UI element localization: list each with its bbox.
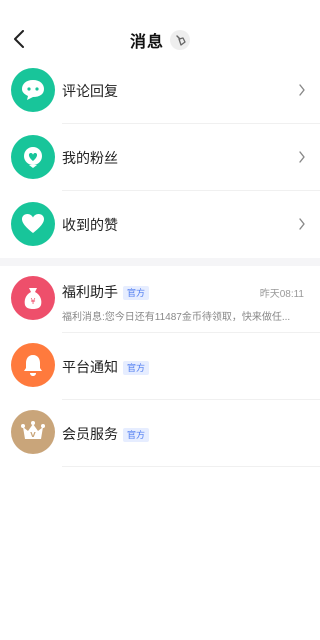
welfare-assistant-row[interactable]: ¥ 福利助手 官方 昨天08:11 福利消息:您今日还有11487金币待领取，快来…: [0, 266, 320, 333]
money-bag-icon: ¥: [24, 288, 42, 309]
heart-icon: [22, 214, 44, 233]
svg-text:¥: ¥: [30, 297, 35, 306]
likes-received-row[interactable]: 收到的赞: [0, 192, 320, 258]
comment-bubble-icon: [22, 80, 44, 100]
crown-icon: V: [21, 421, 45, 439]
bell-icon: [24, 355, 42, 376]
official-badge: 官方: [123, 428, 150, 443]
comment-reply-label: 评论回复: [62, 83, 118, 99]
welfare-assistant-label: 福利助手: [62, 284, 118, 300]
my-fans-row[interactable]: 我的粉丝: [0, 125, 320, 191]
member-service-title: 会员服务 官方: [62, 424, 150, 444]
likes-avatar: [11, 202, 55, 246]
divider: [62, 466, 320, 467]
my-fans-label: 我的粉丝: [62, 150, 118, 166]
comment-reply-row[interactable]: 评论回复: [0, 58, 320, 124]
page-title: 消息: [129, 34, 164, 51]
broom-icon: [175, 34, 186, 46]
official-badge: 官方: [123, 361, 150, 376]
divider: [62, 123, 320, 124]
member-service-row[interactable]: V 会员服务 官方: [0, 400, 320, 467]
chevron-right-icon: [299, 151, 305, 163]
message-time: 昨天08:11: [259, 289, 304, 300]
chevron-right-icon: [299, 218, 305, 230]
likes-received-label: 收到的赞: [62, 217, 118, 233]
platform-notice-row[interactable]: 平台通知 官方: [0, 333, 320, 400]
chevron-right-icon: [299, 84, 305, 96]
official-badge: 官方: [123, 286, 150, 301]
platform-notice-title: 平台通知 官方: [62, 357, 150, 377]
welfare-avatar: ¥: [11, 276, 55, 320]
fans-avatar: [11, 135, 55, 179]
comment-avatar: [11, 68, 55, 112]
title-wrap: 消息: [0, 28, 320, 52]
platform-avatar: [11, 343, 55, 387]
clear-unread-button[interactable]: [170, 30, 190, 50]
member-service-label: 会员服务: [62, 426, 118, 442]
section-divider: [0, 258, 320, 266]
fan-heart-icon: [24, 147, 42, 168]
platform-notice-label: 平台通知: [62, 359, 118, 375]
member-avatar: V: [11, 410, 55, 454]
svg-text:V: V: [30, 431, 36, 439]
message-preview: 福利消息:您今日还有11487金币待领取，快来做任...: [62, 312, 291, 323]
divider: [62, 190, 320, 191]
welfare-assistant-title: 福利助手 官方: [62, 282, 150, 302]
